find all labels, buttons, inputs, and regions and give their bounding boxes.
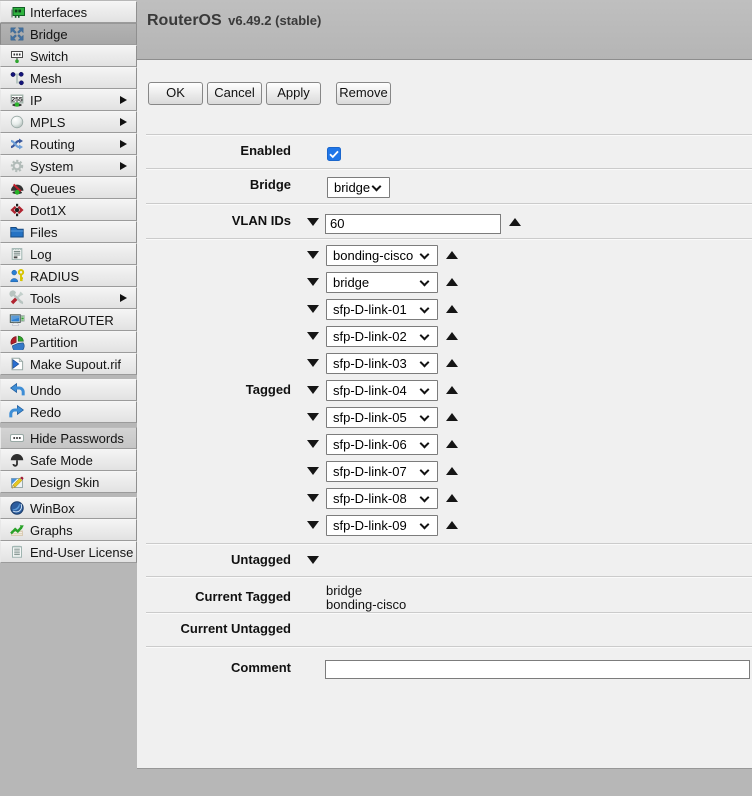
svg-text:255: 255 — [11, 96, 23, 103]
